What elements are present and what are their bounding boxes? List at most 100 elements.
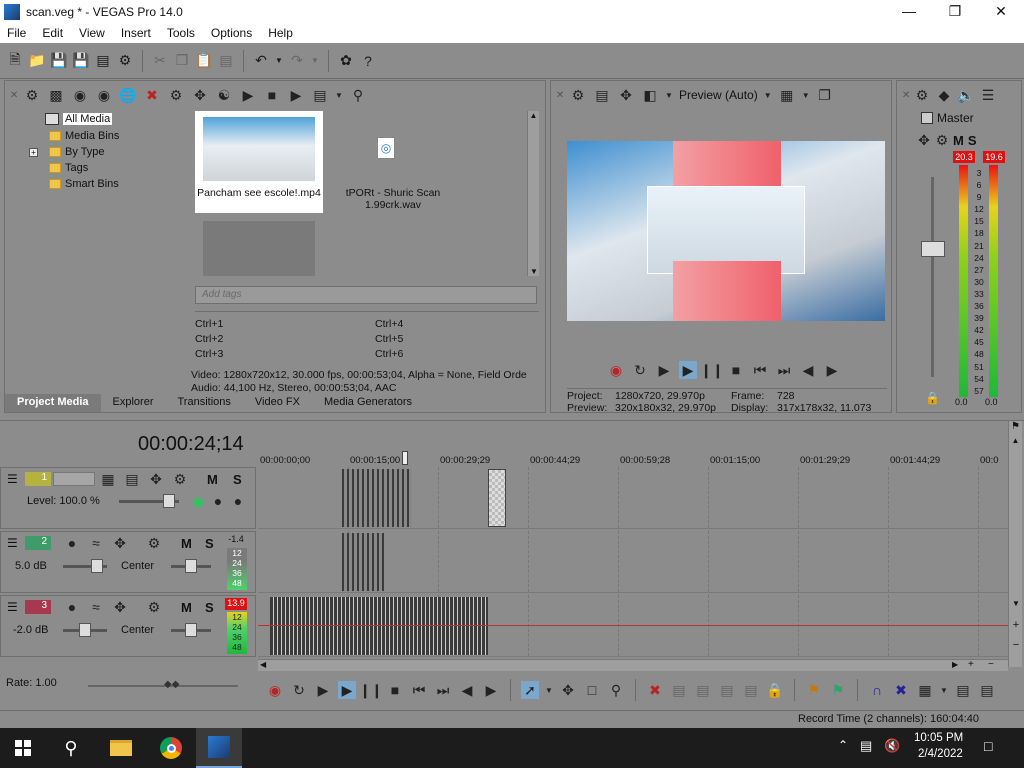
master-fx-icon[interactable]: ✥ xyxy=(917,131,931,149)
previous-frame-icon[interactable]: ◀ xyxy=(799,361,817,379)
trim-icon[interactable]: ▤ xyxy=(670,681,688,699)
play-icon[interactable]: ▶ xyxy=(679,361,697,379)
media-fx-icon[interactable]: ⚙ xyxy=(167,86,185,104)
stop-icon[interactable]: ■ xyxy=(386,681,404,699)
master-gear-small-icon[interactable]: ⚙ xyxy=(935,131,949,149)
tab-transitions[interactable]: Transitions xyxy=(166,394,243,412)
master-gear-icon[interactable]: ⚙ xyxy=(913,86,931,104)
split-icon[interactable]: ▤ xyxy=(742,681,760,699)
menu-insert[interactable]: Insert xyxy=(113,26,159,40)
mute-button[interactable]: M xyxy=(207,472,218,487)
arm-record-icon[interactable]: ● xyxy=(63,598,81,616)
chrome-icon[interactable] xyxy=(148,728,194,768)
compositing-icon[interactable]: ✥ xyxy=(147,470,165,488)
volume-envelope[interactable] xyxy=(258,625,1008,626)
quality-dropdown-icon[interactable]: ▼ xyxy=(764,86,772,104)
level-slider[interactable] xyxy=(119,494,179,508)
shortcut-ctrl6[interactable]: Ctrl+6 xyxy=(375,348,403,360)
render-icon[interactable]: ▤ xyxy=(94,52,112,70)
enable-snapping-icon[interactable]: ✿ xyxy=(337,52,355,70)
menu-file[interactable]: File xyxy=(0,26,34,40)
redo-dropdown-icon[interactable]: ▼ xyxy=(310,52,320,70)
menu-edit[interactable]: Edit xyxy=(34,26,71,40)
normal-edit-tool-icon[interactable]: ➚ xyxy=(521,681,539,699)
menu-help[interactable]: Help xyxy=(260,26,301,40)
child-motion-icon[interactable]: ● xyxy=(229,492,247,510)
lock-icon[interactable]: 🔒 xyxy=(925,391,940,405)
next-frame-icon[interactable]: ▶ xyxy=(823,361,841,379)
scroll-up-icon[interactable]: ▲ xyxy=(528,111,539,120)
track-name-field[interactable] xyxy=(53,472,95,486)
parent-motion-icon[interactable]: ● xyxy=(209,492,227,510)
solo-button[interactable]: S xyxy=(233,472,242,487)
redo-icon[interactable]: ↷ xyxy=(288,52,306,70)
rate-slider-thumb[interactable]: ◆◆ xyxy=(164,679,186,691)
pan-slider[interactable] xyxy=(171,559,211,573)
scroll-up-icon[interactable]: ▲ xyxy=(1009,436,1022,445)
tab-media-generators[interactable]: Media Generators xyxy=(312,394,424,412)
menu-options[interactable]: Options xyxy=(203,26,260,40)
delete-event-icon[interactable]: ✖ xyxy=(646,681,664,699)
composite-mode-icon[interactable]: ◉ xyxy=(189,492,207,510)
globe-icon[interactable]: 🌐 xyxy=(119,86,137,104)
split-screen-icon[interactable]: ✥ xyxy=(617,86,635,104)
downmix-icon[interactable]: ◆ xyxy=(935,86,953,104)
track-header-audio[interactable]: ☰ 2 ● ≈ ✥ ⚙ M S 5.0 dB Center -1.4 12 24… xyxy=(0,531,256,593)
zoom-out-horizontal-icon[interactable]: − xyxy=(988,660,994,670)
overlays-grid-icon[interactable]: ▦ xyxy=(778,86,796,104)
media-item-video[interactable]: Pancham see escole!.mp4 xyxy=(195,111,323,213)
solo-button[interactable]: S xyxy=(968,133,977,148)
stop-media-icon[interactable]: ■ xyxy=(263,86,281,104)
tree-item-tags[interactable]: Tags xyxy=(49,160,88,176)
pan-slider-thumb[interactable] xyxy=(185,559,197,573)
audio-event-waveform[interactable] xyxy=(270,597,488,655)
tree-item-smart-bins[interactable]: Smart Bins xyxy=(49,176,119,192)
tab-explorer[interactable]: Explorer xyxy=(101,394,166,412)
save-as-icon[interactable]: 💾 xyxy=(72,52,90,70)
video-track-lane[interactable] xyxy=(258,467,1008,529)
volume-slider[interactable] xyxy=(63,559,107,573)
go-to-start-icon[interactable]: ⏮ xyxy=(410,681,428,699)
insert-marker-icon[interactable]: ⚑ xyxy=(805,681,823,699)
paste-icon[interactable]: 📋 xyxy=(195,52,213,70)
track-gear-icon[interactable]: ⚙ xyxy=(145,534,163,552)
enable-snapping-icon[interactable]: ∩ xyxy=(868,681,886,699)
tree-item-media-bins[interactable]: Media Bins xyxy=(49,128,119,144)
go-to-end-icon[interactable]: ⏭ xyxy=(775,361,793,379)
mute-button[interactable]: M xyxy=(181,536,192,551)
new-file-icon[interactable]: 🗎 xyxy=(6,51,24,70)
expand-icon[interactable]: + xyxy=(29,147,38,157)
loop-playback-icon[interactable]: ↻ xyxy=(631,361,649,379)
network-icon[interactable]: ▤ xyxy=(860,738,872,754)
play-from-start-icon[interactable]: ▶ xyxy=(314,681,332,699)
split-dropdown-icon[interactable]: ▼ xyxy=(665,86,673,104)
speaker-icon[interactable]: 🔈 xyxy=(957,86,975,104)
ripple-dropdown-icon[interactable]: ▼ xyxy=(940,681,948,699)
level-slider-thumb[interactable] xyxy=(163,494,175,508)
tree-item-by-type[interactable]: + By Type xyxy=(29,144,105,160)
import-media-icon[interactable]: ⚙ xyxy=(23,86,41,104)
zoom-in-horizontal-icon[interactable]: + xyxy=(968,660,974,670)
scroll-left-icon[interactable]: ◀ xyxy=(260,660,266,669)
ripple-edit-icon[interactable]: ▦ xyxy=(916,681,934,699)
selection-tool-icon[interactable]: □ xyxy=(583,681,601,699)
go-to-start-icon[interactable]: ⏮ xyxy=(751,361,769,379)
tree-item-all-media[interactable]: All Media xyxy=(45,111,113,127)
extract-audio-icon[interactable]: ◉ xyxy=(95,86,113,104)
copy-snapshot-icon[interactable]: ❐ xyxy=(816,86,834,104)
master-fader[interactable] xyxy=(921,241,945,257)
insert-region-icon[interactable]: ⚑ xyxy=(829,681,847,699)
split-view-icon[interactable]: ◧ xyxy=(641,86,659,104)
tab-video-fx[interactable]: Video FX xyxy=(243,394,312,412)
timeline-vertical-scrollbar[interactable]: ⚑ ▲ ▼ + − xyxy=(1008,421,1022,667)
shortcut-ctrl4[interactable]: Ctrl+4 xyxy=(375,318,403,330)
volume-slider[interactable] xyxy=(63,623,107,637)
mixer-icon[interactable]: ☰ xyxy=(979,86,997,104)
volume-slider-thumb[interactable] xyxy=(79,623,91,637)
video-event-transparent[interactable] xyxy=(488,469,506,527)
undo-dropdown-icon[interactable]: ▼ xyxy=(274,52,284,70)
rate-slider[interactable]: ◆◆ xyxy=(88,679,238,690)
arm-record-icon[interactable]: ● xyxy=(63,534,81,552)
scroll-down-icon[interactable]: ▼ xyxy=(1009,599,1023,608)
solo-button[interactable]: S xyxy=(205,600,214,615)
